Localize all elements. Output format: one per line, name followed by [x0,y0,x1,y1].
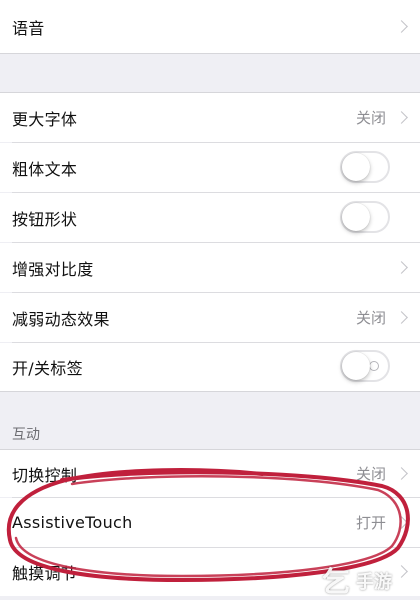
reduce-motion-value: 关闭 [355,309,386,327]
bold-text-row: 粗体文本 [0,143,420,192]
voice-label: 语音 [12,18,45,38]
button-shapes-toggle[interactable] [340,200,390,233]
switch-control-row[interactable]: 切换控制 关闭 [0,450,420,497]
increase-contrast-label: 增强对比度 [12,259,94,279]
bold-text-toggle[interactable] [340,150,390,183]
increase-contrast-row[interactable]: 增强对比度 [0,243,420,292]
button-shapes-label: 按钮形状 [12,209,78,229]
toggle-knob [342,352,370,380]
divider [0,53,420,54]
reduce-motion-label: 减弱动态效果 [12,309,110,329]
off-label-ring-icon [369,361,379,371]
on-off-labels-row: 开/关标签 [0,343,420,391]
on-off-labels-toggle[interactable] [340,350,390,382]
toggle-knob [342,202,370,231]
toggle-knob [342,152,370,181]
chevron-right-icon [395,260,408,274]
bold-text-label: 粗体文本 [12,159,78,179]
reduce-motion-row[interactable]: 减弱动态效果 关闭 [0,293,420,342]
chevron-right-icon [395,19,408,33]
assistivetouch-row[interactable]: AssistiveTouch 打开 [0,498,420,547]
chevron-right-icon [395,466,408,480]
section-header-interaction: 互动 [12,427,40,443]
switch-control-label: 切换控制 [12,465,78,485]
chevron-right-icon [395,110,408,124]
watermark-logo: 乞 手游 [322,565,392,598]
chevron-right-icon [395,310,408,324]
larger-text-label: 更大字体 [12,109,78,129]
assistivetouch-value: 打开 [355,514,386,532]
switch-control-value: 关闭 [355,465,386,483]
on-off-labels-label: 开/关标签 [12,359,83,378]
assistivetouch-label: AssistiveTouch [12,513,133,532]
larger-text-row[interactable]: 更大字体 关闭 [0,93,420,142]
divider [0,391,420,392]
button-shapes-row: 按钮形状 [0,193,420,242]
voice-row[interactable]: 语音 [0,0,420,53]
chevron-right-icon [395,515,408,529]
touch-accommodations-label: 触摸调节 [12,564,78,583]
larger-text-value: 关闭 [355,109,386,127]
